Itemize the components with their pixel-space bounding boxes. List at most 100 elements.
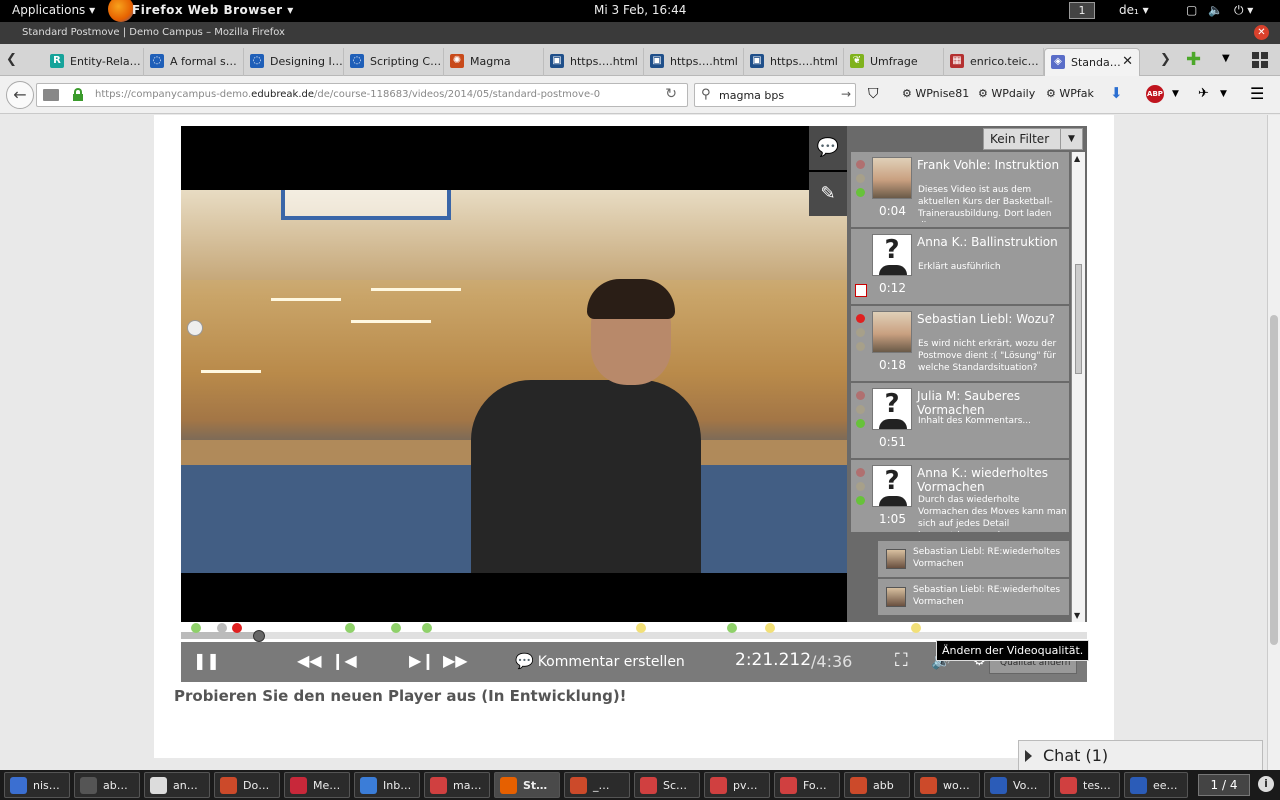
fullscreen-icon[interactable]: ⛶ [895,650,908,671]
pause-button[interactable]: ❚❚ [193,651,220,670]
tab-10[interactable]: ◈ Standa… ✕ [1044,48,1140,76]
comment-scrollbar[interactable]: ▲ ▼ [1071,152,1085,622]
comment-item[interactable]: ? Anna K.: wiederholtes Vormachen Durch da… [851,460,1069,532]
taskbar-window[interactable]: _… [564,772,630,798]
tabs-scroll-right-icon[interactable]: ❯ [1160,52,1171,67]
close-window-icon[interactable]: ✕ [1254,25,1269,40]
comment-filter-select[interactable]: Kein Filter ▼ [983,128,1083,150]
rating-dots[interactable] [856,391,866,433]
comment-timestamp[interactable]: 0:04 [879,204,906,218]
tab-groups-icon[interactable] [1252,52,1268,68]
keyboard-layout-menu[interactable]: de₁ ▾ [1119,3,1149,17]
comment-item[interactable]: ? Anna K.: Ballinstruktion Erklärt ausführ… [851,229,1069,304]
taskbar-window[interactable]: Me… [284,772,350,798]
back-button[interactable]: ← [6,81,34,109]
comment-marker[interactable] [390,623,401,633]
search-go-icon[interactable]: → [841,87,851,101]
comment-timestamp[interactable]: 0:51 [879,435,906,449]
bookmark-wpfak[interactable]: ⚙ WPfak [1046,87,1094,100]
active-app-menu[interactable]: Firefox Web Browser ▾ [132,3,294,17]
taskbar-window[interactable]: pv… [704,772,770,798]
comment-timestamp[interactable]: 0:18 [879,358,906,372]
fast-forward-button[interactable]: ▶▶ [443,651,468,670]
taskbar-window[interactable]: Fo… [774,772,840,798]
adblock-menu-icon[interactable]: ▼ [1172,89,1179,99]
comment-marker[interactable] [216,623,227,633]
power-icon[interactable]: ⏻ ▾ [1234,3,1253,18]
comment-marker[interactable] [726,623,737,633]
bookmark-wpdaily[interactable]: ⚙ WPdaily [978,87,1035,100]
tab-8[interactable]: ❦ Umfrage [844,48,944,76]
clock[interactable]: Mi 3 Feb, 16:44 [594,3,686,17]
taskbar-window[interactable]: Vo… [984,772,1050,798]
annotate-pen-icon[interactable]: ✎ [809,172,847,216]
tab-4[interactable]: ✺ Magma [444,48,544,76]
comment-item[interactable]: ? Julia M: Sauberes Vormachen Inhalt des K… [851,383,1069,458]
page-scrollbar[interactable] [1267,115,1280,770]
window-icon[interactable]: ▢ [1186,3,1197,17]
new-tab-icon[interactable]: ✚ [1186,49,1201,70]
timeline-scrubber[interactable] [252,630,265,642]
create-comment-button[interactable]: 💬 Kommentar erstellen [515,652,685,670]
adblock-icon[interactable]: ABP [1146,85,1164,103]
search-input[interactable]: magma bps [719,89,784,102]
reload-icon[interactable]: ↻ [665,86,677,102]
step-forward-button[interactable]: ▶❙ [409,651,435,670]
workspace-indicator[interactable]: 1 [1069,2,1095,19]
info-icon[interactable]: i [1258,776,1274,792]
comment-item[interactable]: Sebastian Liebl: Wozu? Es wird nicht erkr… [851,306,1069,381]
rating-dots[interactable] [856,468,866,510]
bookmark-wpnise81[interactable]: ⚙ WPnise81 [902,87,969,100]
scroll-thumb[interactable] [1075,264,1082,374]
chat-panel[interactable]: Chat (1) [1018,740,1263,770]
scroll-down-icon[interactable]: ▼ [1074,611,1080,620]
tab-6[interactable]: ▣ https….html [644,48,744,76]
tab-2[interactable]: ◌ Designing I… [244,48,344,76]
taskbar-window[interactable]: St… [494,772,560,798]
tabs-scroll-left-icon[interactable]: ❮ [6,52,17,67]
extension-menu-icon[interactable]: ▼ [1220,89,1227,99]
url-text[interactable]: https://companycampus-demo.edubreak.de/d… [95,89,600,100]
taskbar-window[interactable]: Inb… [354,772,420,798]
tab-list-icon[interactable]: ▼ [1222,53,1230,64]
taskbar-window[interactable]: Sc… [634,772,700,798]
taskbar-window[interactable]: ee… [1124,772,1188,798]
taskbar-window[interactable]: ma… [424,772,490,798]
comment-timestamp[interactable]: 0:12 [879,281,906,295]
reply-item[interactable]: Sebastian Liebl: RE:wiederholtes Vormach… [878,579,1069,615]
new-player-link[interactable]: Probieren Sie den neuen Player aus (In E… [174,687,627,705]
comment-marker[interactable] [910,623,921,633]
taskbar-window[interactable]: an… [144,772,210,798]
comment-item[interactable]: Frank Vohle: Instruktion Dieses Video ist… [851,152,1069,227]
taskbar-window[interactable]: wo… [914,772,980,798]
rewind-button[interactable]: ◀◀ [297,651,322,670]
pocket-icon[interactable]: ⛉ [868,86,879,102]
page-identity-icon[interactable] [43,89,59,101]
comments-view-icon[interactable]: 💬 [809,126,847,170]
tab-0[interactable]: R Entity-Rela… [44,48,144,76]
extension-icon[interactable]: ✈ [1198,86,1209,101]
taskbar-window[interactable]: Do… [214,772,280,798]
volume-icon[interactable]: 🔈 [1208,3,1223,17]
tab-5[interactable]: ▣ https….html [544,48,644,76]
lock-icon[interactable] [73,88,83,101]
workspace-pager[interactable]: 1 / 4 [1198,774,1250,796]
download-icon[interactable]: ⬇ [1110,84,1123,102]
taskbar-window[interactable]: nis… [4,772,70,798]
scroll-up-icon[interactable]: ▲ [1074,154,1080,163]
comment-timestamp[interactable]: 1:05 [879,512,906,526]
page-scroll-thumb[interactable] [1270,315,1278,645]
flag-icon[interactable] [855,284,867,297]
applications-menu[interactable]: Applications ▾ [12,3,95,17]
tab-1[interactable]: ◌ A formal s… [144,48,244,76]
close-tab-icon[interactable]: ✕ [1122,54,1133,69]
reply-item[interactable]: Sebastian Liebl: RE:wiederholtes Vormach… [878,541,1069,577]
comment-marker[interactable] [764,623,775,633]
tab-7[interactable]: ▣ https….html [744,48,844,76]
chevron-down-icon[interactable]: ▼ [1060,129,1082,149]
rating-dots[interactable] [856,314,866,356]
taskbar-window[interactable]: ab… [74,772,140,798]
taskbar-window[interactable]: abb [844,772,910,798]
taskbar-window[interactable]: tes… [1054,772,1120,798]
video-timeline[interactable] [181,622,1087,642]
